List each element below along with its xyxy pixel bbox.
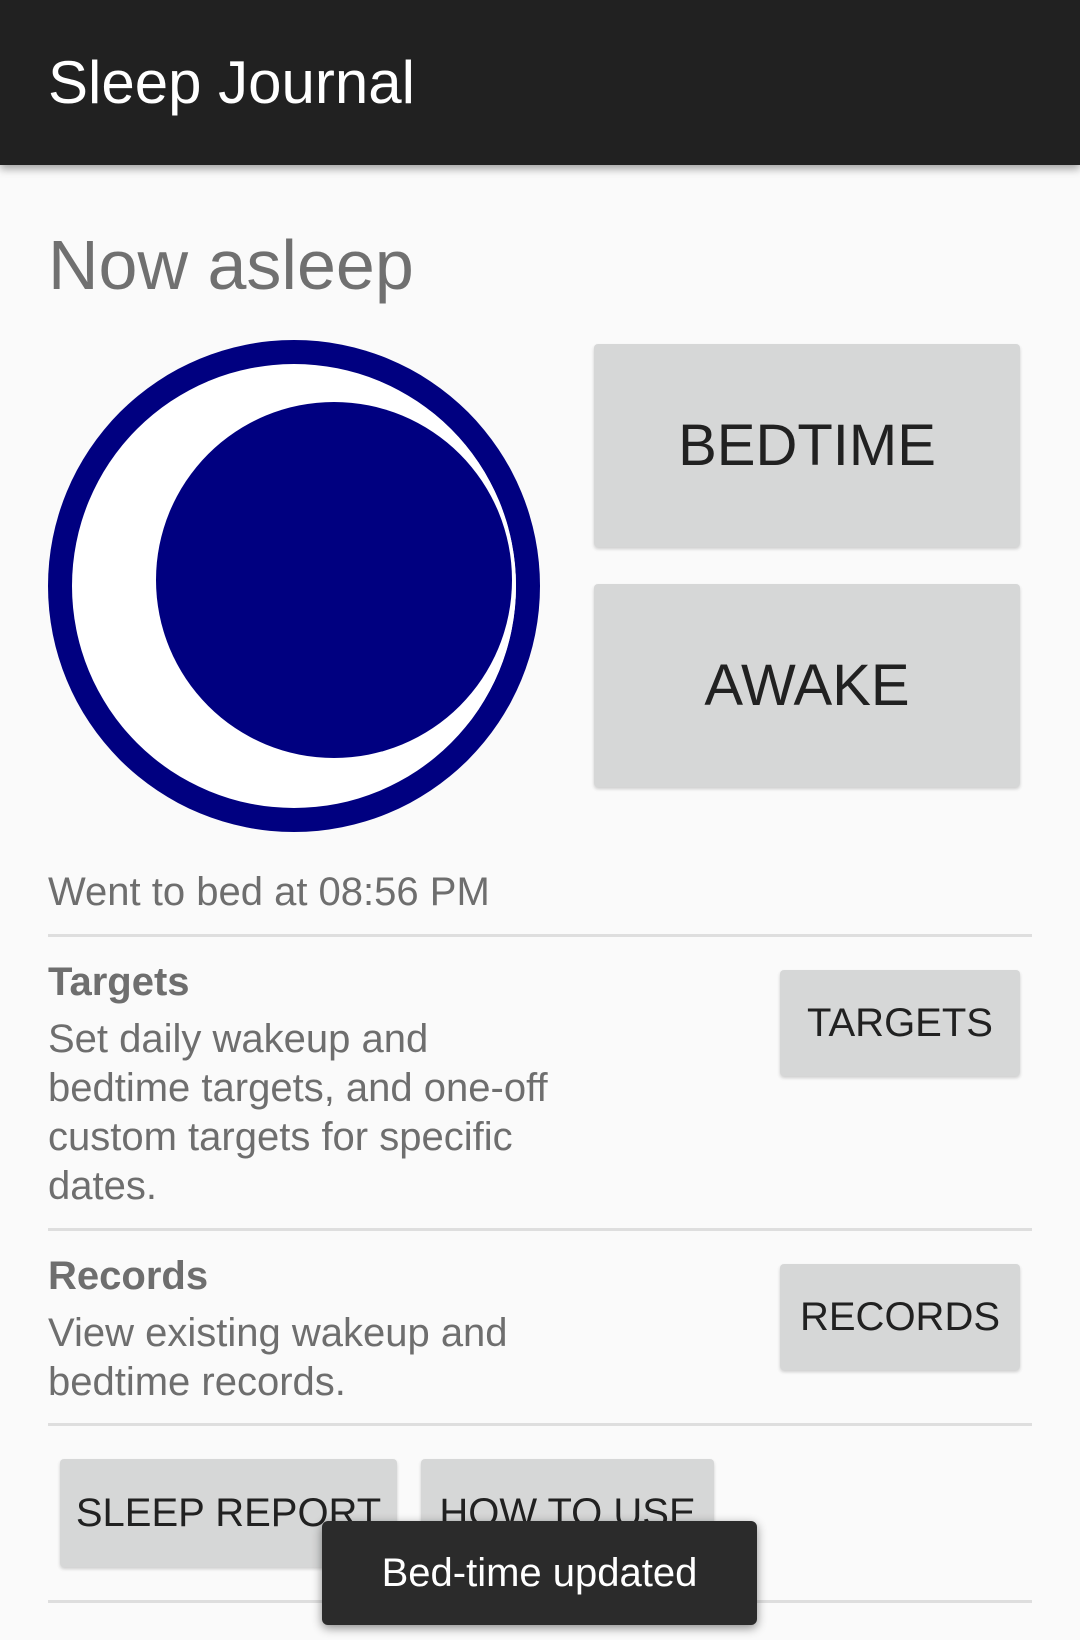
records-section-description: View existing wakeup and bedtime records… — [48, 1311, 508, 1404]
divider — [48, 934, 1032, 937]
bedtime-button[interactable]: BEDTIME — [594, 344, 1020, 547]
records-button[interactable]: RECORDS — [780, 1264, 1020, 1370]
toast-message: Bed-time updated — [322, 1521, 757, 1625]
targets-button[interactable]: TARGETS — [780, 970, 1020, 1076]
records-section-title: Records — [48, 1254, 209, 1298]
app-title: Sleep Journal — [48, 49, 415, 116]
targets-section-title: Targets — [48, 960, 190, 1004]
divider — [48, 1423, 1032, 1426]
moon-icon — [48, 340, 540, 832]
app-bar: Sleep Journal — [0, 0, 1080, 165]
bed-time-info: Went to bed at 08:56 PM — [48, 870, 490, 914]
divider — [48, 1228, 1032, 1231]
sleep-status-title: Now asleep — [48, 226, 414, 304]
targets-section-description: Set daily wakeup and bedtime targets, an… — [48, 1017, 548, 1208]
awake-button[interactable]: AWAKE — [594, 584, 1020, 787]
